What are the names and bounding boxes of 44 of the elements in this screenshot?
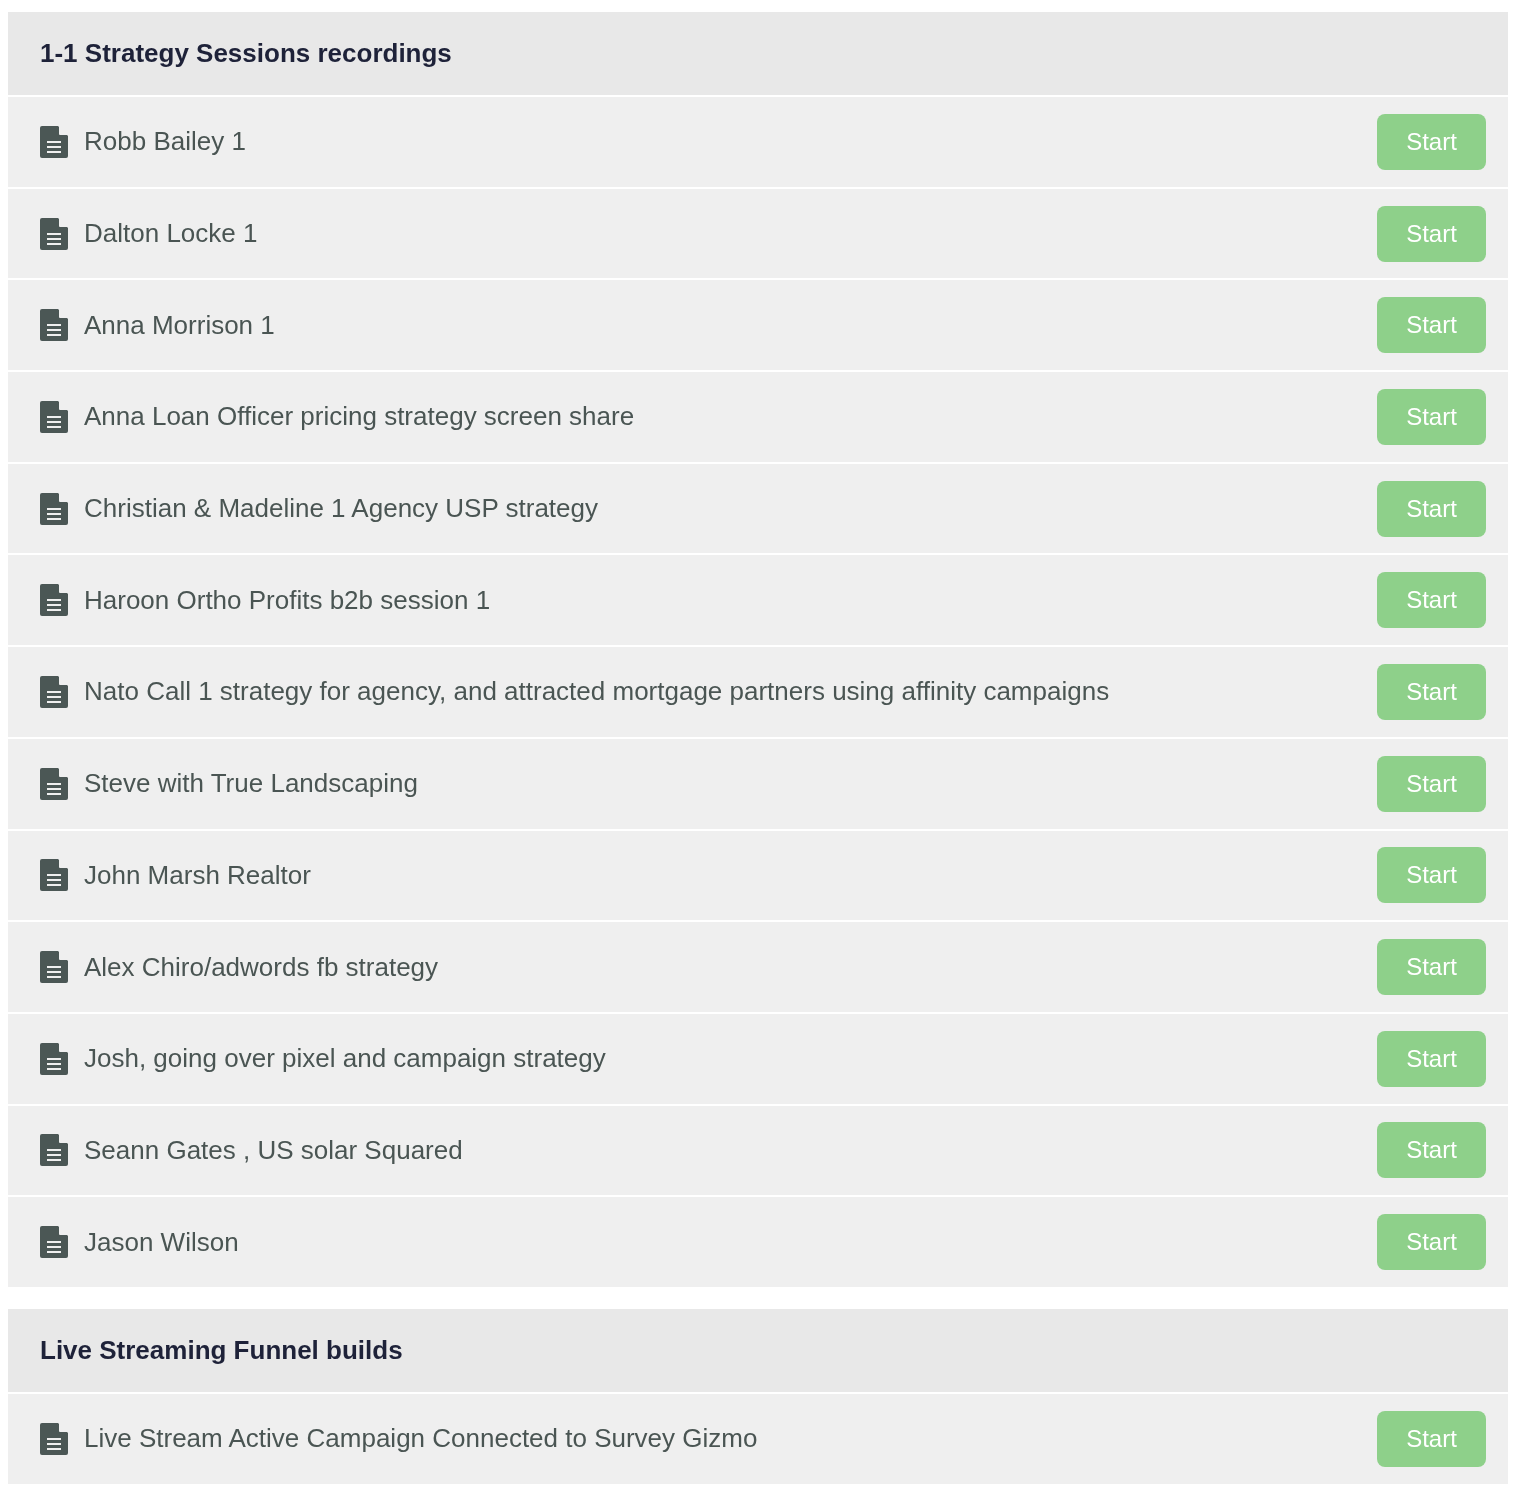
document-icon — [40, 217, 68, 250]
document-icon — [40, 400, 68, 433]
document-icon — [40, 767, 68, 800]
start-button[interactable]: Start — [1377, 113, 1486, 170]
lesson-title: Anna Loan Officer pricing strategy screen share — [84, 400, 636, 434]
lesson-title: Jason Wilson — [84, 1225, 240, 1259]
lesson-title: Josh, going over pixel and campaign strategy — [84, 1042, 607, 1076]
document-icon — [40, 492, 68, 525]
lesson-title: Robb Bailey 1 — [84, 125, 247, 159]
lesson-title: Live Stream Active Campaign Connected to Survey Gizmo — [84, 1422, 759, 1456]
start-button[interactable]: Start — [1377, 755, 1486, 812]
start-button[interactable]: Start — [1377, 1030, 1486, 1087]
start-button[interactable]: Start — [1377, 847, 1486, 904]
lesson-title: Alex Chiro/adwords fb strategy — [84, 950, 440, 984]
document-icon — [40, 675, 68, 708]
document-icon — [40, 309, 68, 342]
lesson-title: Haroon Ortho Profits b2b session 1 — [84, 583, 492, 617]
start-button[interactable]: Start — [1377, 480, 1486, 537]
document-icon — [40, 1226, 68, 1259]
section-title: Live Streaming Funnel builds — [40, 1333, 403, 1367]
start-button[interactable]: Start — [1377, 1122, 1486, 1179]
section-title: 1-1 Strategy Sessions recordings — [40, 37, 452, 70]
start-button[interactable]: Start — [1377, 1410, 1486, 1467]
start-button[interactable]: Start — [1377, 388, 1486, 445]
document-icon — [40, 584, 68, 617]
document-icon — [40, 1042, 68, 1075]
document-icon — [40, 1422, 68, 1455]
start-button[interactable]: Start — [1377, 663, 1486, 720]
lesson-title: John Marsh Realtor — [84, 858, 312, 892]
lesson-title: Dalton Locke 1 — [84, 217, 259, 251]
document-icon — [40, 1134, 68, 1167]
start-button[interactable]: Start — [1377, 297, 1486, 354]
start-button[interactable]: Start — [1377, 939, 1486, 996]
lesson-title: Steve with True Landscaping — [84, 767, 419, 801]
lesson-title: Anna Morrison 1 — [84, 308, 276, 342]
start-button[interactable]: Start — [1377, 1214, 1486, 1271]
lesson-title: Christian & Madeline 1 Agency USP strategy — [84, 492, 599, 526]
start-button[interactable]: Start — [1377, 205, 1486, 262]
lesson-title: Seann Gates , US solar Squared — [84, 1133, 464, 1167]
start-button[interactable]: Start — [1377, 572, 1486, 629]
document-icon — [40, 125, 68, 158]
document-icon — [40, 859, 68, 892]
document-icon — [40, 951, 68, 984]
lesson-title: Nato Call 1 strategy for agency, and attracted mortgage partners using affinity campaigns — [84, 675, 1111, 709]
